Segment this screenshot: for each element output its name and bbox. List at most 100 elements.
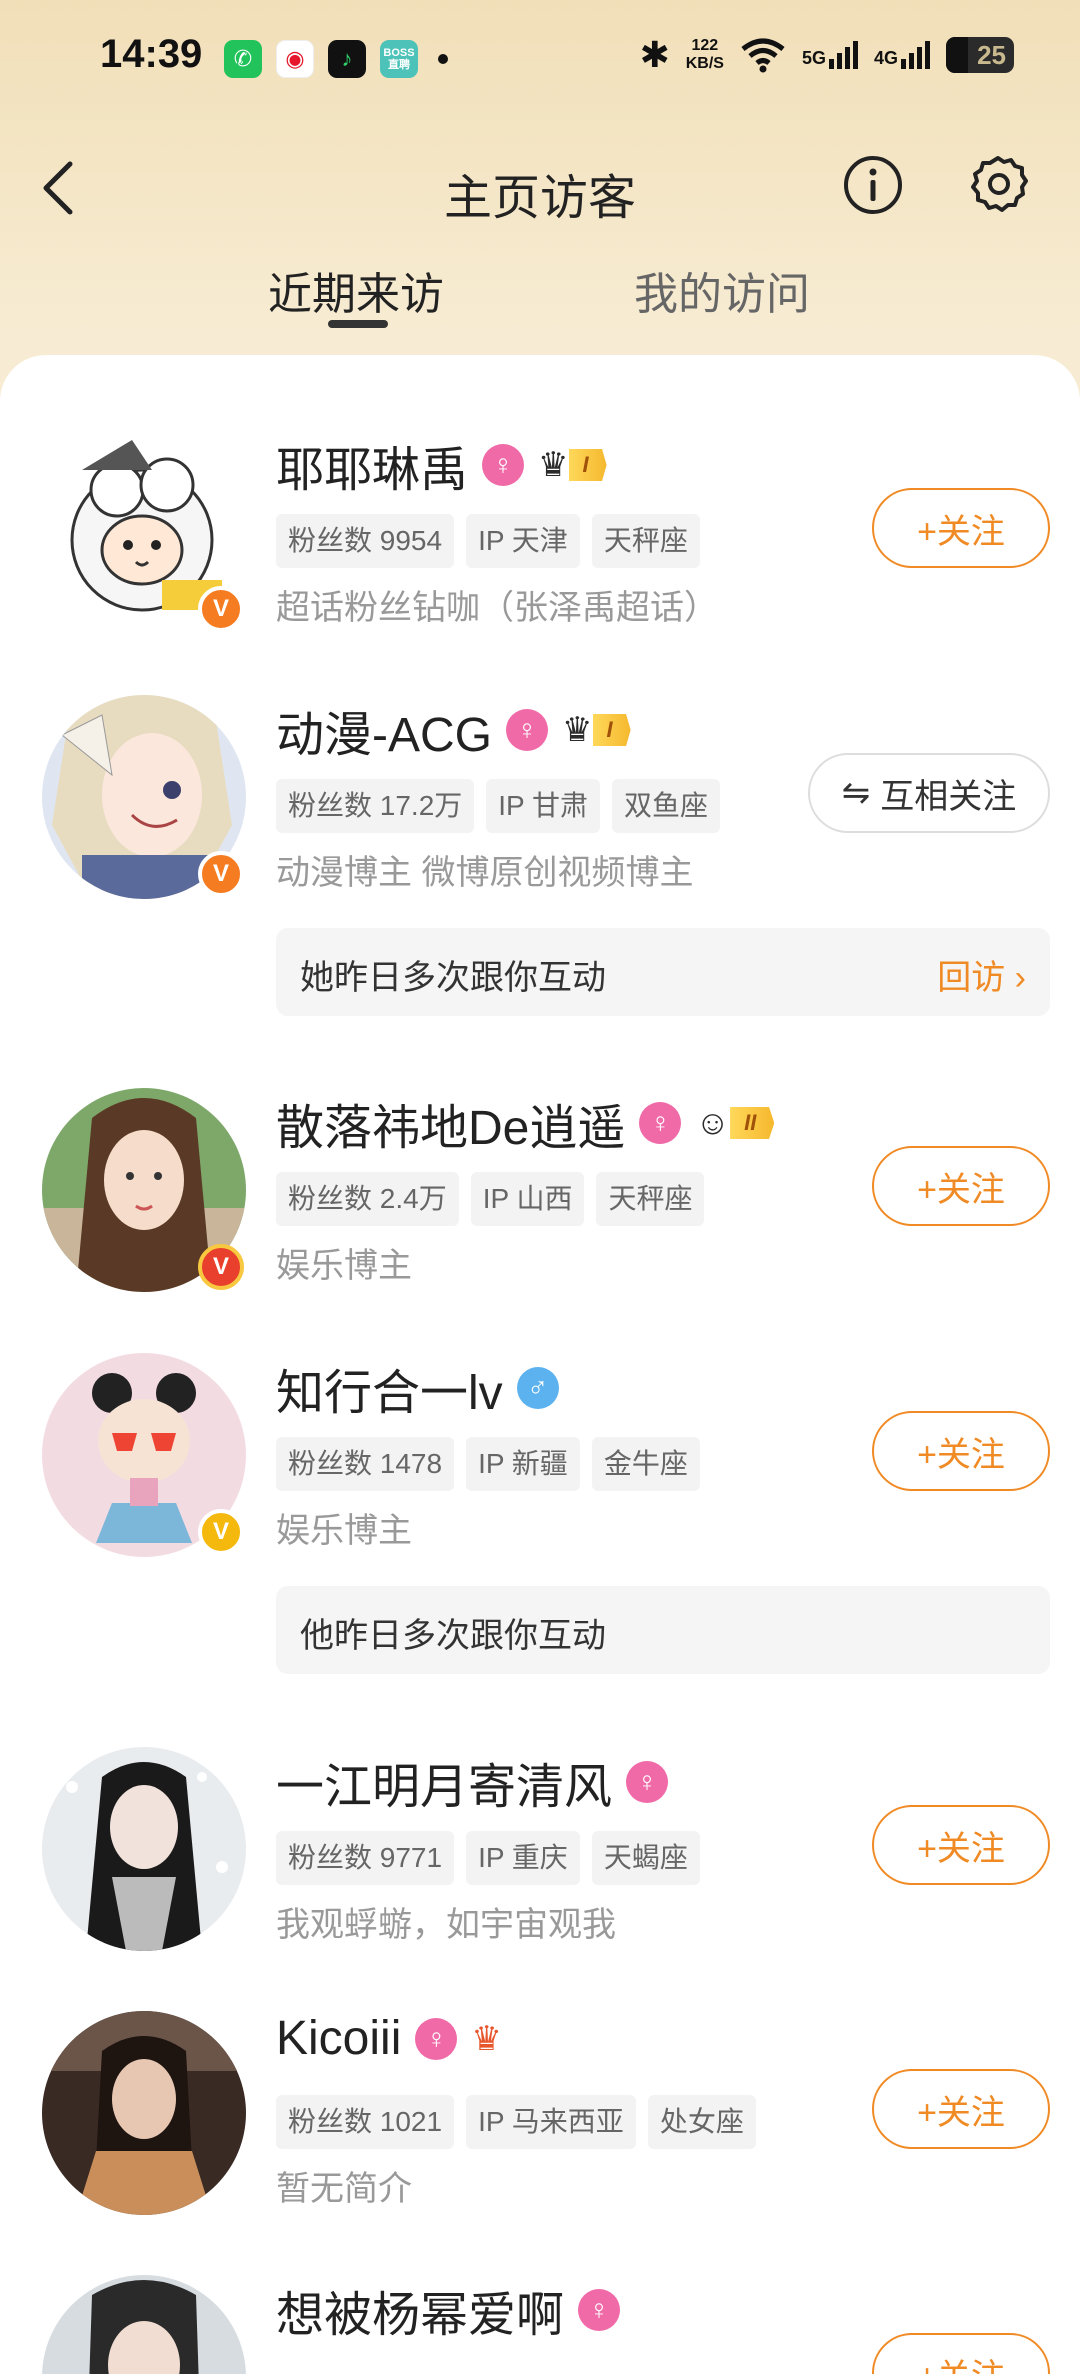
follow-button[interactable]: +关注 (872, 488, 1050, 568)
ip-tag: IP 天津 (466, 514, 580, 568)
follow-button[interactable]: +关注 (872, 2069, 1050, 2149)
avatar[interactable] (42, 1747, 246, 1951)
tab-my-visits[interactable]: 我的访问 (634, 258, 810, 322)
vip-badge[interactable]: ☺ II (695, 1103, 775, 1143)
interaction-notice[interactable]: 他昨日多次跟你互动 (276, 1586, 1050, 1674)
user-tags: 粉丝数 1021 IP 马来西亚 处女座 (276, 2095, 756, 2149)
visitor-list: V 耶耶琳禹 ♀ ♛ I 粉丝数 9954 IP 天津 天秤座 超话粉丝钻咖（张泽… (0, 355, 1080, 2374)
user-name[interactable]: 一江明月寄清风 (276, 1747, 612, 1817)
network-speed: 122 KB/S (685, 37, 724, 72)
crown-icon: ♛ (562, 711, 593, 749)
user-name-line[interactable]: Kicoiii ♀ ♛ (276, 2011, 502, 2066)
female-icon: ♀ (626, 1761, 669, 1803)
male-icon: ♂ (516, 1367, 559, 1409)
vip-badge[interactable]: ♛ I (562, 710, 631, 750)
user-name-line[interactable]: 耶耶琳禹 ♀ ♛ I (276, 430, 607, 500)
user-name-line[interactable]: 知行合一lv ♂ (276, 1353, 559, 1423)
weibo-icon: ◉ (276, 40, 314, 78)
fans-count-tag: 粉丝数 17.2万 (276, 779, 475, 833)
ip-tag: IP 马来西亚 (466, 2095, 636, 2149)
user-name[interactable]: 散落祎地De逍遥 (276, 1088, 625, 1158)
status-indicators: ✱ 122 KB/S 5G 4G 25 (640, 34, 1014, 76)
user-bio: 娱乐博主 (276, 1512, 412, 1550)
user-tags: 粉丝数 1478 IP 新疆 金牛座 (276, 1437, 700, 1491)
avatar[interactable] (42, 2275, 246, 2374)
active-tab-indicator (328, 320, 388, 328)
user-bio: 超话粉丝钻咖（张泽禹超话） (276, 589, 718, 627)
battery-icon: 25 (946, 37, 1014, 73)
user-name[interactable]: 知行合一lv (276, 1353, 503, 1423)
revisit-link[interactable]: 回访 › (937, 950, 1026, 999)
verified-badge: V (198, 851, 244, 897)
ip-tag: IP 新疆 (466, 1437, 580, 1491)
vip-badge[interactable]: ♛ I (538, 445, 607, 485)
ip-tag: IP 重庆 (466, 1831, 580, 1885)
user-name[interactable]: 想被杨幂爱啊 (276, 2275, 564, 2345)
zodiac-tag: 处女座 (647, 2095, 756, 2149)
wechat-icon: ✆ (224, 40, 262, 78)
user-name-line[interactable]: 散落祎地De逍遥 ♀ ☺ II (276, 1088, 775, 1158)
more-notifications-dot (438, 54, 448, 64)
interaction-text: 他昨日多次跟你互动 (300, 1617, 606, 1655)
info-icon (844, 156, 902, 214)
fans-count-tag: 粉丝数 2.4万 (276, 1172, 459, 1226)
user-tags: 粉丝数 9771 IP 重庆 天蝎座 (276, 1831, 700, 1885)
bluetooth-icon: ✱ (639, 34, 670, 75)
settings-button[interactable] (966, 152, 1030, 216)
tab-recent-visitors[interactable]: 近期来访 (268, 258, 444, 322)
avatar[interactable] (42, 2011, 246, 2215)
notification-icons: ✆ ◉ ♪ BOSS直聘 (224, 40, 448, 78)
female-icon: ♀ (639, 1102, 682, 1144)
zodiac-tag: 天蝎座 (591, 1831, 700, 1885)
user-tags: 粉丝数 9954 IP 天津 天秤座 (276, 514, 700, 568)
vip-badge[interactable]: ♛ (471, 2019, 501, 2059)
status-time: 14:39 (100, 32, 203, 76)
ip-tag: IP 甘肃 (486, 779, 601, 833)
user-name[interactable]: 动漫-ACG (276, 695, 492, 765)
page-title: 主页访客 (443, 172, 636, 225)
mutual-follow-button[interactable]: ⇋ 互相关注 (808, 753, 1050, 833)
crown-icon: ♛ (471, 2019, 502, 2058)
female-icon: ♀ (578, 2289, 621, 2331)
verified-badge: V (198, 586, 244, 632)
follow-button[interactable]: +关注 (872, 1146, 1050, 1226)
rabbit-icon: ☺ (695, 1103, 731, 1142)
fans-count-tag: 粉丝数 9954 (276, 514, 455, 568)
follow-button[interactable]: +关注 (872, 1411, 1050, 1491)
user-bio: 娱乐博主 (276, 1247, 412, 1285)
interaction-text: 她昨日多次跟你互动 (300, 959, 606, 997)
fans-count-tag: 粉丝数 1021 (276, 2095, 455, 2149)
gear-icon (971, 156, 1028, 212)
female-icon: ♀ (506, 709, 549, 751)
user-name[interactable]: Kicoiii (276, 2011, 401, 2066)
zodiac-tag: 双鱼座 (612, 779, 721, 833)
user-name-line[interactable]: 动漫-ACG ♀ ♛ I (276, 695, 631, 765)
fans-count-tag: 粉丝数 9771 (276, 1831, 455, 1885)
user-bio: 动漫博主 微博原创视频博主 (276, 854, 694, 892)
user-bio: 我观蜉蝣，如宇宙观我 (276, 1906, 616, 1944)
crown-icon: ♛ (538, 446, 569, 484)
info-button[interactable] (842, 154, 904, 216)
follow-button[interactable]: +关注 (872, 1805, 1050, 1885)
verified-badge: V (198, 1509, 244, 1555)
boss-icon: BOSS直聘 (380, 40, 418, 78)
zodiac-tag: 金牛座 (591, 1437, 700, 1491)
follow-button[interactable]: +关注 (872, 2333, 1050, 2374)
fans-count-tag: 粉丝数 1478 (276, 1437, 455, 1491)
mutual-arrows-icon: ⇋ (841, 774, 871, 812)
user-tags: 粉丝数 17.2万 IP 甘肃 双鱼座 (276, 779, 721, 833)
user-name-line[interactable]: 一江明月寄清风 ♀ (276, 1747, 669, 1817)
signal-4g-icon: 4G (874, 41, 930, 69)
female-icon: ♀ (482, 444, 525, 486)
ip-tag: IP 山西 (470, 1172, 585, 1226)
female-icon: ♀ (415, 2017, 458, 2060)
zodiac-tag: 天秤座 (596, 1172, 705, 1226)
status-bar: 14:39 ✆ ◉ ♪ BOSS直聘 ✱ 122 KB/S 5G 4G 25 (0, 0, 1080, 120)
wifi-icon (741, 38, 785, 73)
user-name[interactable]: 耶耶琳禹 (276, 430, 468, 500)
user-tags: 粉丝数 2.4万 IP 山西 天秤座 (276, 1172, 705, 1226)
verified-badge: V (198, 1244, 244, 1290)
music-icon: ♪ (328, 40, 366, 78)
interaction-notice[interactable]: 她昨日多次跟你互动 回访 › (276, 928, 1050, 1016)
user-name-line[interactable]: 想被杨幂爱啊 ♀ (276, 2275, 621, 2345)
